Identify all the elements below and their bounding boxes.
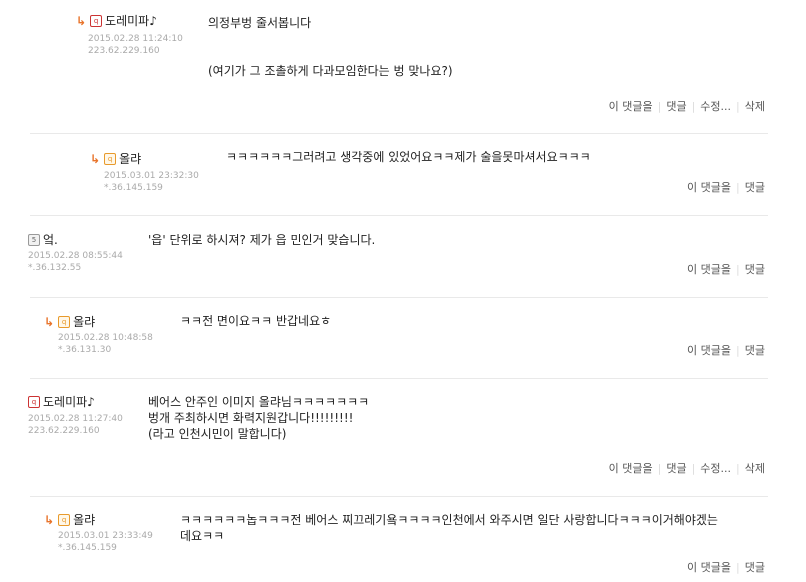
separator: | [736, 462, 740, 475]
reply-this-link[interactable]: 이 댓글을 [609, 100, 653, 113]
level-badge-icon: q [58, 513, 71, 526]
comment-ip: 223.62.229.160 [88, 46, 160, 56]
level-badge-icon: q [90, 14, 103, 27]
comment-meta: 2015.02.28 11:24:10 223.62.229.160 [88, 33, 183, 57]
reply-link[interactable]: 댓글 [666, 100, 686, 113]
comment-text: 베어스 안주인 이미지 올랴님ㅋㅋㅋㅋㅋㅋㅋ 벙개 주최하시면 화력지원갑니다!… [148, 395, 370, 441]
comment-meta: 2015.03.01 23:32:30 *.36.145.159 [104, 170, 199, 194]
comment-ip: *.36.132.55 [28, 263, 82, 273]
divider [30, 378, 768, 379]
level-badge-icon: q [58, 315, 71, 328]
comment-actions: 이 댓글을 | 댓글 | 수정... | 삭제 [609, 460, 765, 476]
comment-author[interactable]: 5 엌. [28, 231, 58, 248]
edit-link[interactable]: 수정... [700, 462, 731, 475]
reply-this-link[interactable]: 이 댓글을 [609, 462, 653, 475]
reply-this-link[interactable]: 이 댓글을 [687, 561, 731, 574]
comment-actions: 이 댓글을 | 댓글 [687, 179, 765, 195]
comment-actions: 이 댓글을 | 댓글 | 수정... | 삭제 [609, 98, 765, 114]
comment-actions: 이 댓글을 | 댓글 [687, 559, 765, 575]
delete-link[interactable]: 삭제 [745, 100, 765, 113]
edit-link[interactable]: 수정... [700, 100, 731, 113]
comment-meta: 2015.02.28 11:27:40 223.62.229.160 [28, 413, 123, 437]
author-name: 올랴 [73, 315, 96, 329]
comment-text: 의정부벙 줄서봅니다 (여기가 그 조촐하게 다과모임한다는 벙 맞나요?) [208, 16, 453, 78]
comment-author[interactable]: q 도레미파♪ [28, 393, 95, 410]
reply-link[interactable]: 댓글 [666, 462, 686, 475]
author-name: 올랴 [73, 513, 96, 527]
comment-date: 2015.02.28 10:48:58 [58, 333, 153, 343]
author-name: 도레미파♪ [105, 14, 157, 28]
author-name: 도레미파♪ [43, 395, 95, 409]
divider [30, 496, 768, 497]
reply-link[interactable]: 댓글 [745, 181, 765, 194]
divider [30, 215, 768, 216]
separator: | [691, 462, 696, 475]
comment-text: ㅋㅋㅋㅋㅋㅋ그러려고 생각중에 있었어요ㅋㅋ제가 술을못마셔서요ㅋㅋㅋ [226, 150, 591, 164]
separator: | [736, 344, 740, 357]
divider [30, 133, 768, 134]
reply-link[interactable]: 댓글 [745, 344, 765, 357]
author-name: 올랴 [119, 152, 142, 166]
comment-author[interactable]: ↳ q 올랴 [44, 511, 95, 528]
comment-author[interactable]: ↳ q 올랴 [90, 150, 141, 167]
comment-date: 2015.03.01 23:33:49 [58, 531, 153, 541]
reply-arrow-icon: ↳ [44, 512, 55, 527]
reply-this-link[interactable]: 이 댓글을 [687, 263, 731, 276]
comment-meta: 2015.03.01 23:33:49 *.36.145.159 [58, 530, 153, 554]
separator: | [736, 561, 740, 574]
comment-author[interactable]: ↳ q 올랴 [44, 313, 95, 330]
level-badge-icon: 5 [28, 233, 40, 246]
reply-arrow-icon: ↳ [44, 314, 55, 329]
author-name: 엌. [43, 233, 58, 247]
comment-ip: *.36.145.159 [104, 183, 163, 193]
comment-actions: 이 댓글을 | 댓글 [687, 261, 765, 277]
level-badge-icon: q [28, 395, 40, 408]
level-badge-icon: q [104, 152, 117, 165]
reply-this-link[interactable]: 이 댓글을 [687, 181, 731, 194]
delete-link[interactable]: 삭제 [745, 462, 765, 475]
comment-text: ㅋㅋ전 면이요ㅋㅋ 반갑네요ㅎ [180, 314, 332, 328]
comment-actions: 이 댓글을 | 댓글 [687, 342, 765, 358]
comment-ip: *.36.145.159 [58, 543, 117, 553]
comment-author[interactable]: ↳ q 도레미파♪ [76, 12, 157, 29]
comment-date: 2015.03.01 23:32:30 [104, 171, 199, 181]
reply-link[interactable]: 댓글 [745, 561, 765, 574]
comment-date: 2015.02.28 11:27:40 [28, 414, 123, 424]
comment-date: 2015.02.28 11:24:10 [88, 34, 183, 44]
reply-arrow-icon: ↳ [76, 13, 87, 28]
comment-text: ㅋㅋㅋㅋㅋㅋ놉ㅋㅋㅋ전 베어스 찌끄레기욬ㅋㅋㅋㅋ인천에서 와주시면 일단 사랑… [180, 513, 718, 543]
separator: | [736, 181, 740, 194]
comment-ip: 223.62.229.160 [28, 426, 100, 436]
divider [30, 297, 768, 298]
separator: | [657, 100, 662, 113]
reply-this-link[interactable]: 이 댓글을 [687, 344, 731, 357]
separator: | [736, 100, 740, 113]
reply-arrow-icon: ↳ [90, 151, 101, 166]
comment-meta: 2015.02.28 08:55:44 *.36.132.55 [28, 250, 123, 274]
comment-meta: 2015.02.28 10:48:58 *.36.131.30 [58, 332, 153, 356]
comment-ip: *.36.131.30 [58, 345, 112, 355]
comment-date: 2015.02.28 08:55:44 [28, 251, 123, 261]
separator: | [736, 263, 740, 276]
comment-text: '읍' 단위로 하시져? 제가 읍 민인거 맞습니다. [148, 233, 376, 247]
reply-link[interactable]: 댓글 [745, 263, 765, 276]
separator: | [691, 100, 696, 113]
separator: | [657, 462, 662, 475]
